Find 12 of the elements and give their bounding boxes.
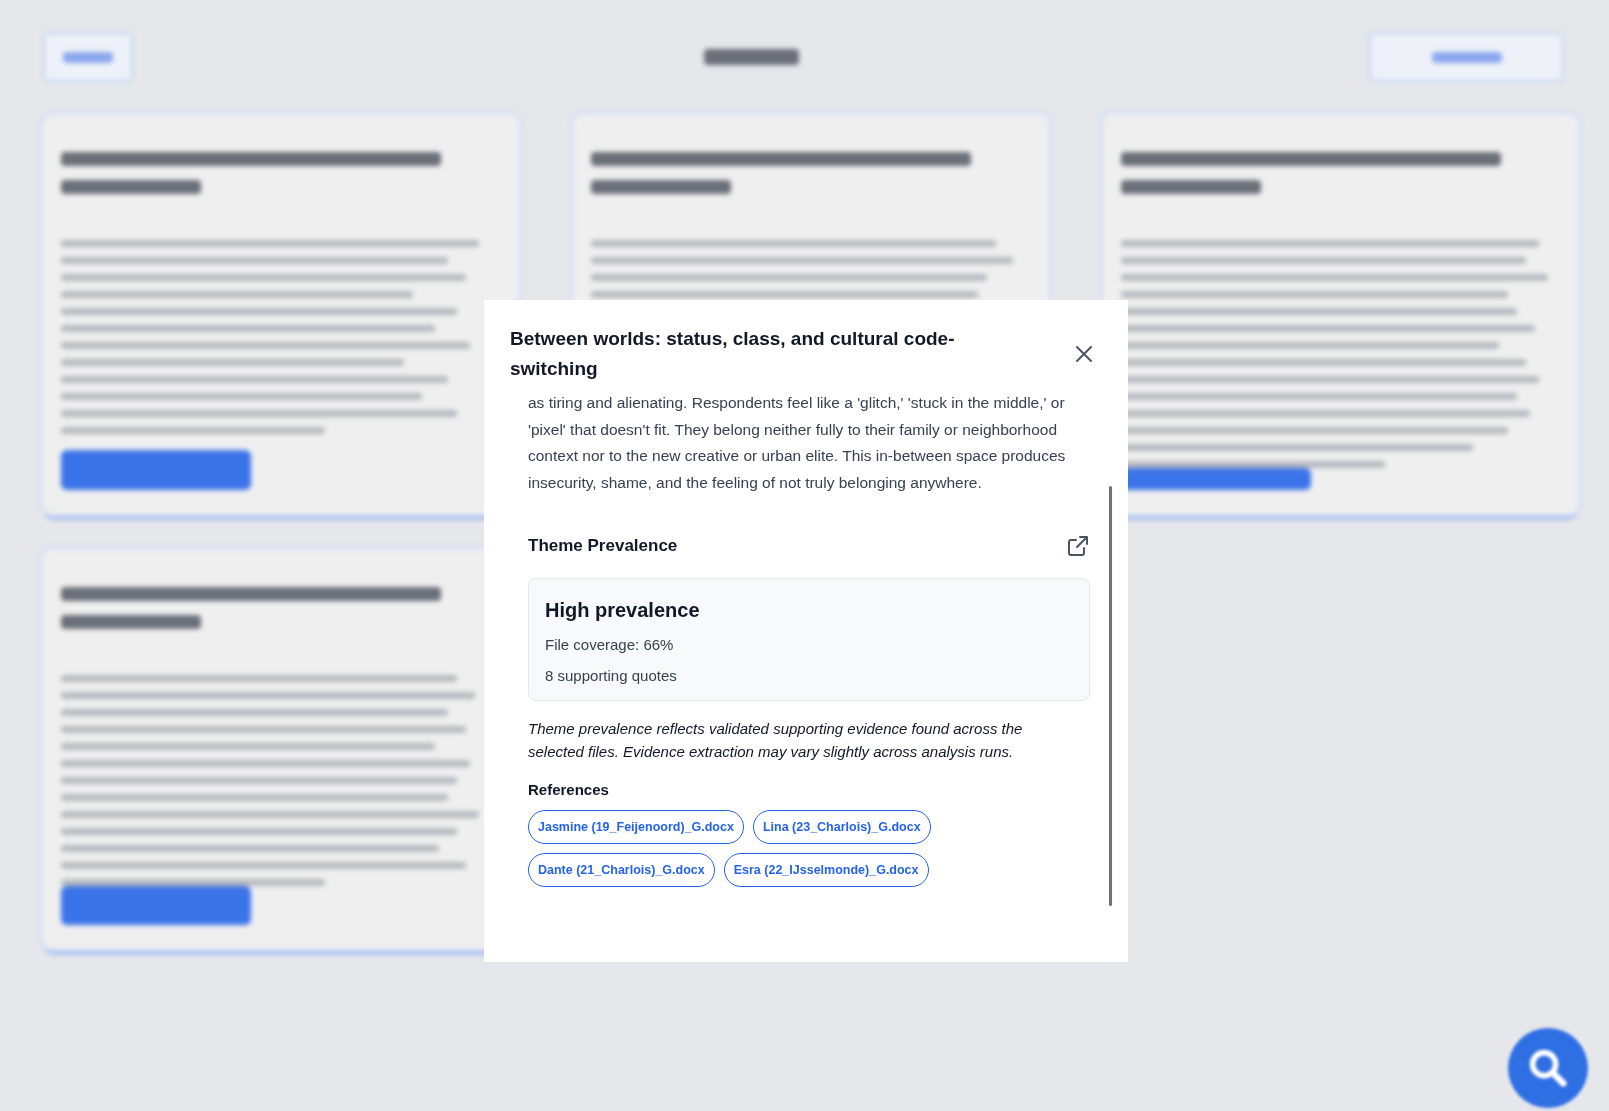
section-heading: Theme Prevalence	[528, 536, 678, 556]
reference-link[interactable]: Jasmine (19_Feijenoord)_G.docx	[528, 810, 744, 844]
section-heading: References	[528, 781, 610, 798]
reference-link[interactable]: Dante (21_Charlois)_G.docx	[528, 853, 715, 887]
dialog-title: Between worlds: status, class, and cultural code-switching	[510, 327, 956, 381]
prevalence-level: High prevalence	[545, 599, 701, 622]
reference-link[interactable]: Esra (22_IJsselmonde)_G.docx	[723, 853, 929, 887]
reference-link[interactable]: Lina (23_Charlois)_G.docx	[752, 810, 931, 844]
theme-description: as tiring and alienating. Respondents feel like a 'glitch,' 'stuck in the middle,' or 'pixel' that doesn't fit. They belong neither fully to their family or neighborhood context nor to the new creative or urban elite. This in-between space produces insecurity, shame, and the feeling of not truly belonging anywhere.	[528, 393, 1067, 493]
file-coverage: File coverage: 66%	[545, 636, 675, 653]
quote-count: 8 supporting quotes	[545, 667, 678, 684]
prevalence-note: Theme prevalence reflects validated supporting evidence found across the selected files. Evidence extraction may vary slightly across analysis runs.	[528, 719, 1024, 762]
